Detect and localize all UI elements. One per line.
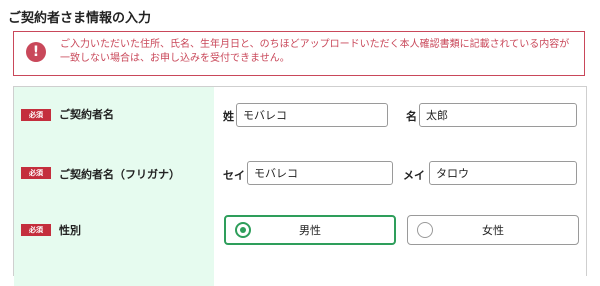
- row-label: ご契約者名（フリガナ）: [59, 168, 180, 181]
- gender-option-female[interactable]: 女性: [407, 215, 579, 245]
- page-title: ご契約者さま情報の入力: [8, 11, 152, 26]
- row-value-cell: セイ モバレコ メイ タロウ: [214, 144, 586, 206]
- first-name-kana-input[interactable]: タロウ: [429, 161, 577, 185]
- row-value-cell: 姓 モバレコ 名 太郎: [214, 87, 586, 144]
- row-gender: 必須 性別 男性 女性: [14, 206, 586, 286]
- row-label: ご契約者名: [59, 108, 114, 121]
- radio-label: 男性: [299, 224, 321, 237]
- row-label-cell: 必須 ご契約者名: [14, 87, 214, 144]
- radio-label: 女性: [482, 224, 504, 237]
- gender-option-male[interactable]: 男性: [224, 215, 396, 245]
- first-name-kana-label: メイ: [403, 169, 425, 182]
- row-label-cell: 必須 ご契約者名（フリガナ）: [14, 144, 214, 206]
- row-label-cell: 必須 性別: [14, 206, 214, 286]
- alert-message: ご入力いただいた住所、氏名、生年月日と、のちほどアップロードいただく本人確認書類…: [60, 39, 570, 64]
- alert-box: ! ご入力いただいた住所、氏名、生年月日と、のちほどアップロードいただく本人確認…: [13, 31, 585, 76]
- row-contractor-name: 必須 ご契約者名 姓 モバレコ 名 太郎: [14, 87, 586, 145]
- exclamation-icon: !: [26, 42, 46, 62]
- last-name-kana-input[interactable]: モバレコ: [247, 161, 393, 185]
- row-value-cell: 男性 女性: [214, 206, 586, 286]
- last-name-kana-label: セイ: [223, 169, 245, 182]
- required-badge: 必須: [21, 109, 51, 121]
- last-name-input[interactable]: モバレコ: [236, 103, 388, 127]
- first-name-input[interactable]: 太郎: [419, 103, 577, 127]
- row-label: 性別: [59, 224, 81, 237]
- contractor-form: 必須 ご契約者名 姓 モバレコ 名 太郎 必須 ご契約者名（フリガナ） セイ モ…: [13, 86, 587, 286]
- last-name-label: 姓: [223, 110, 234, 123]
- row-contractor-furigana: 必須 ご契約者名（フリガナ） セイ モバレコ メイ タロウ: [14, 144, 586, 207]
- required-badge: 必須: [21, 167, 51, 179]
- first-name-label: 名: [406, 110, 417, 123]
- required-badge: 必須: [21, 224, 51, 236]
